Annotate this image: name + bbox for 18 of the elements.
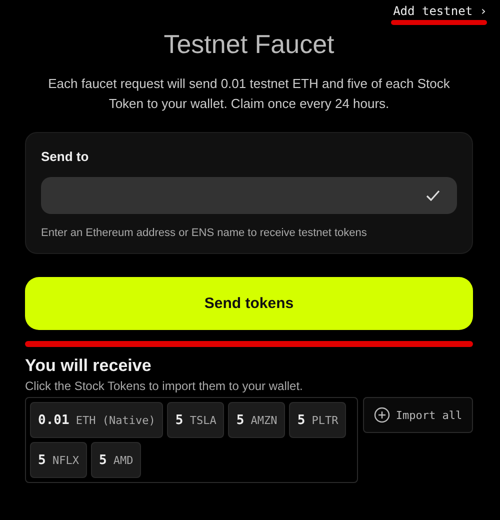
plus-circle-icon <box>374 407 390 423</box>
send-to-label: Send to <box>41 149 90 164</box>
address-input-field[interactable] <box>41 177 457 214</box>
page-title: Testnet Faucet <box>162 29 336 60</box>
token-chip[interactable]: 5 PLTR <box>289 402 346 438</box>
import-all-label: Import all <box>396 408 462 422</box>
token-chip[interactable]: 5 AMZN <box>228 402 286 438</box>
import-all-button[interactable]: Import all <box>363 397 473 433</box>
receive-subtitle: Click the Stock Tokens to import them to your wallet. <box>25 379 304 393</box>
token-chip[interactable]: 5 TSLA <box>167 402 224 438</box>
token-chip[interactable]: 0.01 ETH (Native) <box>30 402 164 438</box>
token-chip[interactable]: 5 NFLX <box>30 442 87 478</box>
description-text: Each faucet request will send 0.01 testnet ETH and five of each Stock Token to your wallet. Claim once every 24 hours. <box>47 75 451 113</box>
add-testnet-link[interactable]: Add testnet › <box>393 4 487 18</box>
helper-text: Enter an Ethereum address or ENS name to receive testnet tokens <box>41 227 368 239</box>
token-chip[interactable]: 5 AMD <box>90 442 142 478</box>
receive-heading: You will receive <box>25 356 152 376</box>
send-tokens-button[interactable]: Send tokens <box>25 277 473 330</box>
